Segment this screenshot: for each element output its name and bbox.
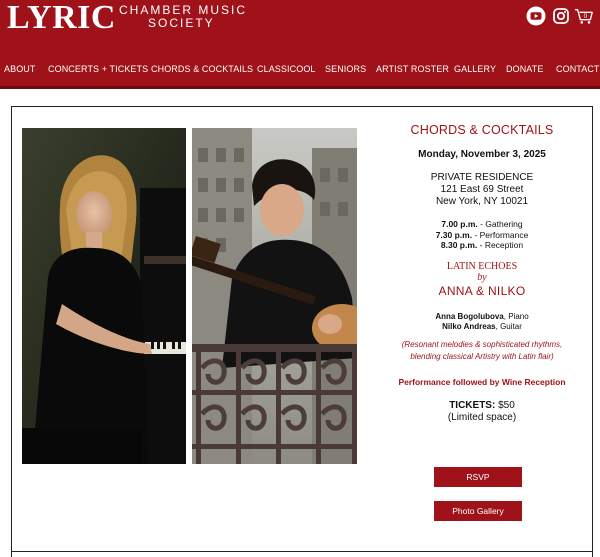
schedule-item: 8.30 p.m. - Reception [382,240,582,250]
nav-concerts-tickets[interactable]: CONCERTS + TICKETS [48,64,148,74]
performer-line: Anna Bogolubova, Piano [382,312,582,321]
content-frame-left [11,106,12,557]
tickets-price: $50 [495,400,515,411]
performer-name: Anna Bogolubova [435,312,504,321]
program-title: LATIN ECHOES [446,261,518,272]
schedule-label: - Reception [477,240,524,250]
performer-instrument: , Guitar [495,322,522,331]
program-blurb-2: blending classical Artistry with Latin f… [410,352,554,361]
pianist-photo [22,128,186,464]
schedule-item: 7.30 p.m. - Performance [382,230,582,240]
tickets-line: TICKETS: $50 [382,400,582,411]
schedule-time: 7.30 p.m. [435,230,473,240]
schedule-time: 8.30 p.m. [440,240,478,250]
limited-space-note: (Limited space) [447,412,517,423]
guitarist-photo [192,128,357,464]
rsvp-button[interactable]: RSVP [434,467,522,487]
event-title: CHORDS & COCKTAILS [410,123,554,137]
logo-subtitle-2[interactable]: SOCIETY [148,16,215,30]
nav-seniors[interactable]: SENIORS [325,64,366,74]
performer-line: Nilko Andreas, Guitar [382,322,582,331]
reception-note: Performance followed by Wine Reception [398,377,566,387]
photo-gallery-button[interactable]: Photo Gallery [434,501,522,521]
artists-title: ANNA & NILKO [438,284,526,298]
content-frame-right [592,106,593,557]
program-blurb-1: (Resonant melodies & sophisticated rhyth… [401,340,563,349]
schedule-item: 7.00 p.m. - Gathering [382,219,582,229]
logo-subtitle-1[interactable]: CHAMBER MUSIC [119,3,247,17]
schedule-label: - Performance [472,230,529,240]
nav-about[interactable]: ABOUT [4,64,36,74]
cart-count: 0 [584,13,588,20]
nav-classicool[interactable]: CLASSICOOL [257,64,316,74]
event-address-line-1: 121 East 69 Street [440,184,524,195]
tickets-label: TICKETS: [449,400,496,411]
event-address-line-2: New York, NY 10021 [435,196,529,207]
schedule-label: - Gathering [477,219,523,229]
performer-instrument: , Piano [503,312,529,321]
logo-wordmark[interactable]: LYRIC [7,0,116,37]
nav-chords-cocktails[interactable]: CHORDS & COCKTAILS [151,64,253,74]
event-venue: PRIVATE RESIDENCE [430,172,534,183]
schedule-time: 7.00 p.m. [441,219,478,229]
performer-name: Nilko Andreas [442,322,496,331]
event-date: Monday, November 3, 2025 [418,149,546,160]
program-by: by [477,272,487,283]
